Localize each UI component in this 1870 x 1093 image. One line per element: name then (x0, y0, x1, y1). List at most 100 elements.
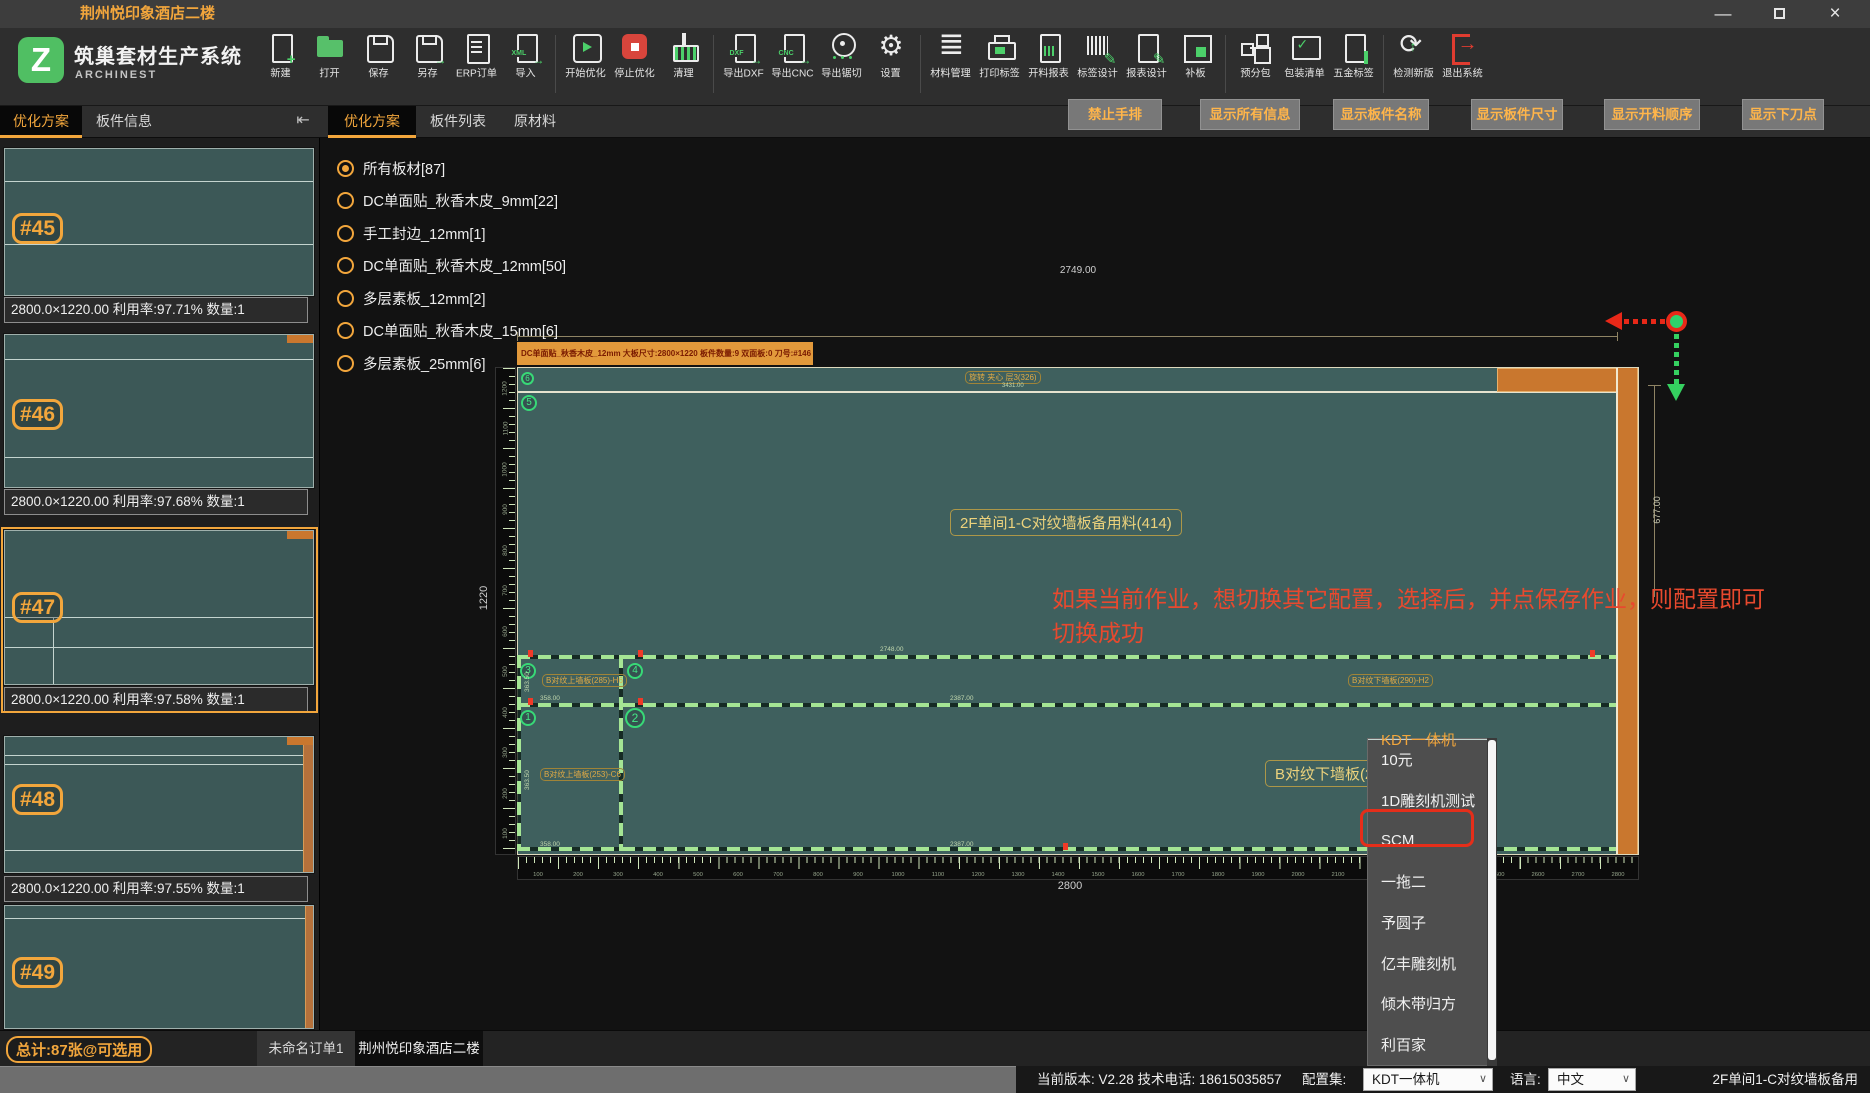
toolbar-separator (713, 35, 714, 93)
package-list-button[interactable]: 包装清单 (1280, 33, 1329, 81)
minimize-button[interactable]: — (1700, 0, 1746, 28)
offcut-strip (305, 906, 313, 1028)
offcut-notch (287, 737, 313, 745)
cut-line-h1 (517, 655, 1616, 659)
config-option-qingmu[interactable]: 倾木带归方 (1368, 984, 1495, 1025)
show-all-info-button[interactable]: 显示所有信息 (1200, 99, 1300, 130)
erp-order-button[interactable]: ERP订单 (452, 33, 501, 81)
order-tab-unnamed[interactable]: 未命名订单1 (257, 1031, 355, 1067)
main-tab-raw-material[interactable]: 原材料 (500, 106, 570, 138)
start-optimize-button[interactable]: 开始优化 (561, 33, 610, 81)
board-thumbnail-panel: #45 2800.0×1220.00 利用率:97.71% 数量:1 #46 2… (0, 138, 320, 1030)
tree-link (1250, 47, 1260, 49)
cutting-report-button[interactable]: 开料报表 (1024, 33, 1073, 81)
board-thumb-49[interactable]: #49 (4, 905, 314, 1029)
show-panel-size-button[interactable]: 显示板件尺寸 (1471, 99, 1563, 130)
selected-board-frame (1, 527, 318, 713)
screw-glyph (1364, 51, 1368, 64)
filter-manual-edge-12mm[interactable]: 手工封边_12mm[1] (337, 222, 485, 244)
open-button[interactable]: 打开 (305, 33, 354, 81)
board-thumb-46[interactable]: #46 (4, 334, 314, 488)
logo-letter: Z (31, 41, 51, 78)
config-option-yituoer[interactable]: 一拖二 (1368, 861, 1495, 902)
new-file-icon (264, 33, 298, 63)
export-cnc-button[interactable]: CNC导出CNC (768, 33, 817, 81)
filter-all-boards[interactable]: 所有板材[87] (337, 157, 445, 179)
filter-dc-9mm[interactable]: DC单面贴_秋香木皮_9mm[22] (337, 189, 558, 211)
ruler-label: 400 (496, 692, 515, 733)
config-option-yifeng[interactable]: 亿丰雕刻机 (1368, 943, 1495, 984)
save-button[interactable]: 保存 (354, 33, 403, 81)
ruler-label: 1800 (1200, 871, 1236, 877)
main-tab-panel-list[interactable]: 板件列表 (416, 106, 500, 138)
bottom-scrollbar[interactable] (0, 1066, 1016, 1093)
filter-multi-25mm[interactable]: 多层素板_25mm[6] (337, 352, 485, 374)
hardware-label-button[interactable]: 五金标签 (1329, 33, 1378, 81)
report-design-button[interactable]: 报表设计 (1122, 33, 1171, 81)
exit-system-button[interactable]: 退出系统 (1438, 33, 1487, 81)
radio-icon (337, 225, 354, 242)
board-number-badge: #45 (12, 213, 63, 244)
forbid-manual-button[interactable]: 禁止手排 (1068, 99, 1162, 130)
dim-left-width: 358.00 (540, 841, 560, 848)
clean-button[interactable]: 清理 (659, 33, 708, 81)
prepack-button[interactable]: 预分包 (1231, 33, 1280, 81)
export-saw-button[interactable]: 导出锯切 (817, 33, 866, 81)
printer-icon (983, 33, 1017, 63)
material-manage-button[interactable]: 材料管理 (926, 33, 975, 81)
config-select[interactable]: KDT一体机 ∨ (1363, 1068, 1493, 1091)
toolbar-separator (920, 35, 921, 93)
main-tab-optimize[interactable]: 优化方案 (328, 106, 416, 138)
package-check-icon (1288, 33, 1322, 63)
collapse-sidebar-icon[interactable]: ⇤ (290, 106, 316, 138)
toolbar: Z 筑巢套材生产系统 ARCHINEST 新建 打开 保存 另存 ERP订单 X… (0, 28, 1870, 106)
filter-multi-12mm[interactable]: 多层素板_12mm[2] (337, 287, 485, 309)
config-option-kdt[interactable]: KDT一体机 (1368, 739, 1495, 740)
piece-number-strip: 6 (521, 372, 534, 385)
knife-point-marker (528, 650, 533, 657)
label-design-button[interactable]: 标签设计 (1073, 33, 1122, 81)
export-dxf-button[interactable]: DXF导出DXF (719, 33, 768, 81)
import-button[interactable]: XML导入 (501, 33, 550, 81)
chevron-down-icon: ∨ (1622, 1069, 1630, 1090)
ruler-label: 1100 (920, 871, 956, 877)
filter-dc-15mm[interactable]: DC单面贴_秋香木皮_15mm[6] (337, 319, 558, 341)
toolbar-buttons: 新建 打开 保存 另存 ERP订单 XML导入 开始优化 停止优化 清理 DXF… (256, 33, 1487, 93)
order-tab-hotel[interactable]: 荆州悦印象酒店二楼 (355, 1031, 483, 1067)
print-label-button[interactable]: 打印标签 (975, 33, 1024, 81)
dim-row-width: 2748.00 (880, 646, 904, 653)
close-button[interactable]: × (1812, 0, 1858, 28)
tab-row: 优化方案 板件信息 ⇤ 优化方案 板件列表 原材料 (0, 106, 1870, 138)
ruler-label: 700 (760, 871, 796, 877)
board-thumb-45[interactable]: #45 (4, 148, 314, 296)
sidebar-tab-optimize[interactable]: 优化方案 (0, 106, 82, 138)
brush-icon (667, 33, 701, 63)
dropdown-scrollbar-thumb[interactable] (1488, 740, 1496, 1060)
show-knife-point-button[interactable]: 显示下刀点 (1742, 99, 1824, 130)
ruler-label: 500 (680, 871, 716, 877)
filter-dc-12mm[interactable]: DC单面贴_秋香木皮_12mm[50] (337, 254, 566, 276)
show-panel-name-button[interactable]: 显示板件名称 (1333, 99, 1429, 130)
patch-board-button[interactable]: 补板 (1171, 33, 1220, 81)
offcut-strip (303, 737, 313, 872)
sidebar-tab-panel-info[interactable]: 板件信息 (82, 106, 192, 138)
settings-button[interactable]: 设置 (866, 33, 915, 81)
radio-icon (337, 290, 354, 307)
maximize-button[interactable] (1756, 0, 1802, 28)
chevron-down-icon: ∨ (1479, 1069, 1487, 1090)
config-option-libaijia[interactable]: 利百家 (1368, 1024, 1495, 1065)
check-update-button[interactable]: 检测新版 (1389, 33, 1438, 81)
update-refresh-icon (1397, 33, 1431, 63)
save-as-button[interactable]: 另存 (403, 33, 452, 81)
stop-optimize-button[interactable]: 停止优化 (610, 33, 659, 81)
radio-icon (337, 257, 354, 274)
config-option-yuyuanzi[interactable]: 予圆子 (1368, 902, 1495, 943)
board-thumb-48[interactable]: #48 (4, 736, 314, 873)
title-bar: 荆州悦印象酒店二楼 — × (0, 0, 1870, 28)
new-button[interactable]: 新建 (256, 33, 305, 81)
show-cut-order-button[interactable]: 显示开料顺序 (1604, 99, 1700, 130)
minimize-icon: — (1715, 4, 1732, 23)
cut-line-left (517, 655, 521, 851)
language-select[interactable]: 中文 ∨ (1548, 1068, 1636, 1091)
ruler-label: 1200 (496, 368, 515, 409)
